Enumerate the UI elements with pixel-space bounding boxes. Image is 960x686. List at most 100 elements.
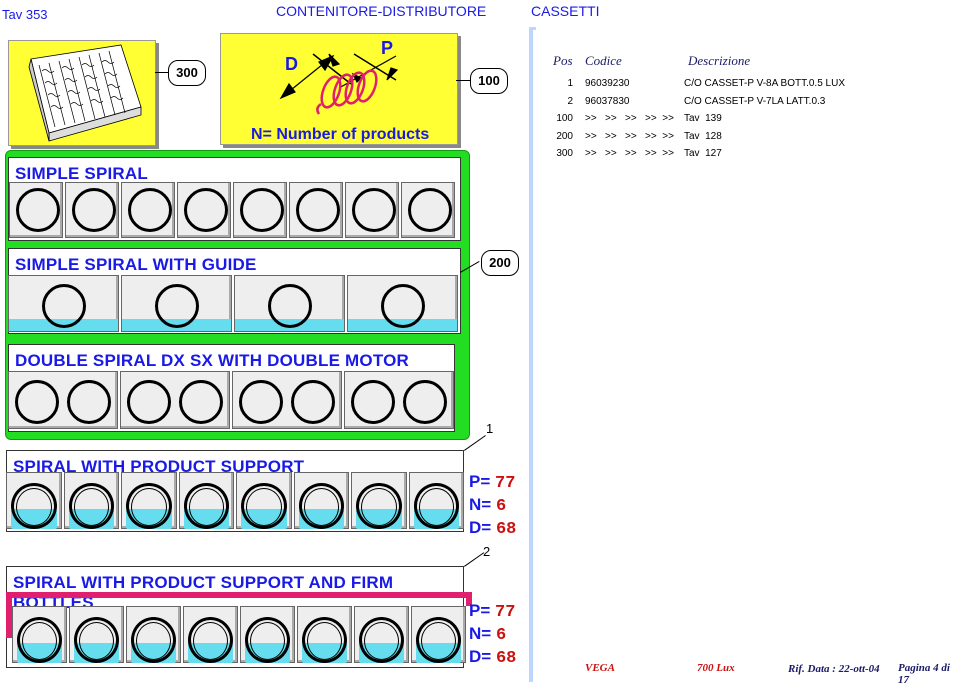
spiral-ring-inner xyxy=(418,488,454,526)
simple-spiral-row xyxy=(8,182,461,239)
support-cell xyxy=(240,606,295,663)
spiral-ring-inner xyxy=(250,622,285,660)
spiral-cell xyxy=(233,182,287,238)
params-1-n-label: N= xyxy=(469,495,492,514)
params-2-d-value: 68 xyxy=(495,649,517,668)
legend-caption: N= Number of products xyxy=(251,126,430,143)
spiral-ring-inner xyxy=(131,488,167,526)
support-cell xyxy=(297,606,352,663)
section-title-simple-spiral-guide: SIMPLE SPIRAL WITH GUIDE xyxy=(15,255,257,274)
support-cell xyxy=(121,472,177,529)
footer-rif-data: Rif. Data : 22-ott-04 xyxy=(788,663,880,675)
spiral-ring xyxy=(184,188,228,232)
spiral-ring xyxy=(155,284,199,328)
spiral-ring xyxy=(296,188,340,232)
spiral-ring xyxy=(42,284,86,328)
double-cell xyxy=(8,371,118,429)
section-title-simple-spiral: SIMPLE SPIRAL xyxy=(15,164,148,183)
params-2-n-value: 6 xyxy=(495,626,507,645)
spiral-ring-inner xyxy=(16,488,52,526)
table-cell-descrizione: Tav 128 xyxy=(684,130,722,142)
spiral-cell xyxy=(65,182,119,238)
spiral-ring-inner xyxy=(79,622,114,660)
double-cell xyxy=(120,371,230,429)
spiral-ring xyxy=(239,380,283,424)
spiral-ring xyxy=(291,380,335,424)
guide-cell xyxy=(234,275,345,332)
footer-vega: VEGA xyxy=(585,662,615,674)
table-cell-descrizione: C/O CASSET-P V-8A BOTT.0.5 LUX xyxy=(684,78,845,89)
table-header-descrizione: Descrizione xyxy=(688,53,751,68)
support-cell xyxy=(183,606,238,663)
support-cell xyxy=(354,606,409,663)
support-cell xyxy=(6,472,62,529)
section-title: CASSETTI xyxy=(531,3,600,19)
spiral-cell xyxy=(345,182,399,238)
leader-100 xyxy=(456,80,471,81)
support-cell xyxy=(63,472,119,529)
params-2-d-label: D= xyxy=(469,647,492,666)
table-cell-codice: >> >> >> >> >> xyxy=(585,113,674,124)
spiral-cell xyxy=(289,182,343,238)
spiral-ring xyxy=(128,188,172,232)
parts-table: 1 96039230 C/O CASSET-P V-8A BOTT.0.5 LUX 2… xyxy=(540,78,950,168)
params-1-n-value: 6 xyxy=(495,497,507,516)
callout-200: 200 xyxy=(481,250,519,276)
table-cell-pos: 300 xyxy=(556,148,573,159)
support-cell xyxy=(236,472,292,529)
spiral-cell xyxy=(121,182,175,238)
spiral-ring xyxy=(381,284,425,328)
support-cell xyxy=(411,606,466,663)
callout-1: 1 xyxy=(486,421,494,436)
support-cell xyxy=(178,472,234,529)
table-cell-descrizione: Tav 139 xyxy=(684,113,722,124)
spiral-ring-inner xyxy=(193,622,228,660)
spiral-ring-inner xyxy=(246,488,282,526)
firm-bottles-row xyxy=(12,606,466,664)
support-cell xyxy=(126,606,181,663)
tav-number: Tav 353 xyxy=(2,7,48,22)
table-cell-codice: >> >> >> >> >> xyxy=(585,130,674,142)
spiral-ring-inner xyxy=(136,622,171,660)
support-cell xyxy=(351,472,407,529)
spiral-ring-inner xyxy=(188,488,224,526)
spiral-ring-inner xyxy=(307,622,342,660)
params-1-d-label: D= xyxy=(469,518,492,537)
spiral-ring xyxy=(67,380,111,424)
table-cell-codice: 96039230 xyxy=(585,78,630,89)
spiral-ring xyxy=(240,188,284,232)
spiral-ring-inner xyxy=(73,488,109,526)
product-support-row xyxy=(6,472,464,530)
support-cell xyxy=(293,472,349,529)
params-1-d-value: 68 xyxy=(495,520,517,539)
spiral-ring-inner xyxy=(421,622,456,660)
guide-cell xyxy=(347,275,458,332)
drawer-illustration xyxy=(8,40,156,146)
section-title-double-spiral: DOUBLE SPIRAL DX SX WITH DOUBLE MOTOR xyxy=(15,351,410,370)
firm-bottle-bar xyxy=(6,592,472,598)
spiral-ring xyxy=(351,380,395,424)
support-cell xyxy=(69,606,124,663)
support-cell xyxy=(408,472,464,529)
spiral-ring xyxy=(15,380,59,424)
double-spiral-row xyxy=(8,371,455,430)
spiral-ring-inner xyxy=(361,488,397,526)
legend-d-label: D xyxy=(285,54,298,74)
spiral-cell xyxy=(401,182,455,238)
spiral-ring-inner xyxy=(22,622,57,660)
drawer-icon xyxy=(28,44,142,142)
footer-page: Pagina 4 di 17 xyxy=(898,662,950,686)
spiral-ring xyxy=(352,188,396,232)
callout-2: 2 xyxy=(483,544,491,559)
guide-cell xyxy=(8,275,119,332)
table-header-codice: Codice xyxy=(585,53,622,68)
params-2: P= 77 N= 6 D= 68 xyxy=(469,600,516,669)
spiral-ring-inner xyxy=(364,622,399,660)
spiral-cell xyxy=(9,182,63,238)
params-2-n-label: N= xyxy=(469,624,492,643)
spiral-ring xyxy=(127,380,171,424)
page-title: CONTENITORE-DISTRIBUTORE xyxy=(276,3,487,19)
spring-legend: D P N= Number of products xyxy=(220,33,458,145)
table-cell-descrizione: Tav 127 xyxy=(684,148,722,159)
table-cell-codice: >> >> >> >> >> xyxy=(585,148,674,159)
